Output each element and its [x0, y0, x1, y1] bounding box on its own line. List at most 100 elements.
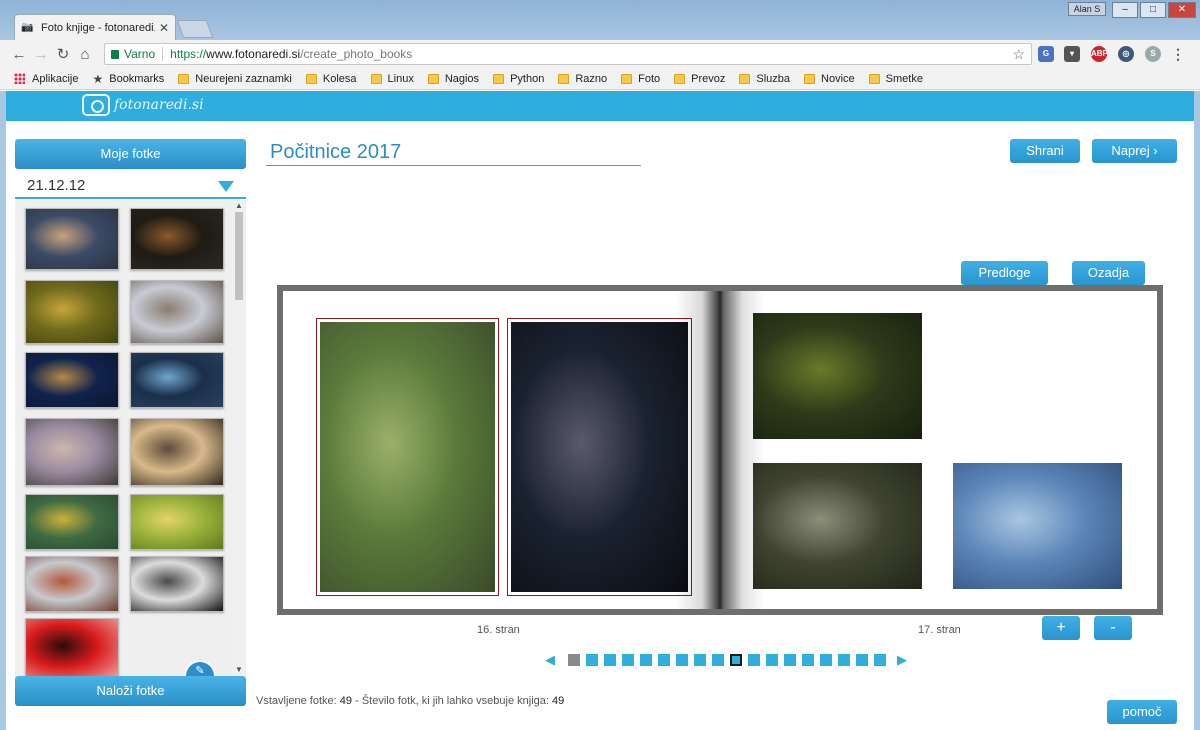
- photo-thumbnail[interactable]: [130, 494, 224, 550]
- bookmark-item[interactable]: Nagios: [427, 73, 479, 85]
- zoom-out-button[interactable]: -: [1094, 616, 1132, 640]
- date-folder-select[interactable]: 21.12.12: [15, 173, 246, 199]
- bookmark-item[interactable]: Python: [493, 73, 544, 85]
- page-dot[interactable]: [694, 654, 706, 666]
- photo-slot[interactable]: [316, 318, 499, 596]
- dropdown-caret-icon[interactable]: [218, 181, 234, 192]
- photo-thumbnail[interactable]: [25, 494, 119, 550]
- bookmark-item[interactable]: Smetke: [868, 73, 923, 85]
- photo-thumbnail[interactable]: [130, 280, 224, 344]
- address-bar[interactable]: Varno https:// www.fotonaredi.si /create…: [104, 43, 1032, 65]
- forward-icon[interactable]: →: [30, 46, 52, 63]
- next-button[interactable]: Naprej ›: [1092, 139, 1177, 163]
- page-dot[interactable]: [622, 654, 634, 666]
- photo-thumbnail[interactable]: [25, 618, 119, 676]
- photo-thumbnail[interactable]: [25, 556, 119, 612]
- next-button-label: Naprej: [1111, 143, 1150, 158]
- page-dot[interactable]: [838, 654, 850, 666]
- prev-page-icon[interactable]: ◀: [540, 652, 560, 668]
- zoom-in-button[interactable]: +: [1042, 616, 1080, 640]
- profile-badge[interactable]: Alan S: [1068, 2, 1106, 16]
- bookmark-item[interactable]: Neurejeni zaznamki: [178, 73, 292, 85]
- my-photos-button[interactable]: Moje fotke: [15, 139, 246, 169]
- photo-slot[interactable]: [507, 318, 692, 596]
- photo-thumbnail[interactable]: [25, 352, 119, 408]
- bookmark-item[interactable]: Kolesa: [305, 73, 357, 85]
- photo-thumbnail[interactable]: [25, 208, 119, 270]
- backgrounds-button[interactable]: Ozadja: [1072, 261, 1145, 285]
- page-dot[interactable]: [604, 654, 616, 666]
- bookmark-item[interactable]: Foto: [621, 73, 660, 85]
- url-host: www.fotonaredi.si: [206, 47, 301, 61]
- window-frame-right: [1194, 91, 1200, 730]
- page-dot[interactable]: [874, 654, 886, 666]
- translate-extension-icon[interactable]: G: [1038, 46, 1054, 62]
- menu-icon[interactable]: ⋮: [1170, 46, 1186, 62]
- folder-icon: [868, 73, 880, 84]
- page-dot[interactable]: [784, 654, 796, 666]
- bookmark-item[interactable]: ★ Bookmarks: [92, 72, 164, 86]
- save-button[interactable]: Shrani: [1010, 139, 1080, 163]
- page-dot[interactable]: [856, 654, 868, 666]
- photo-spider[interactable]: [953, 463, 1122, 589]
- templates-button[interactable]: Predloge: [961, 261, 1048, 285]
- photo-catfish[interactable]: [753, 463, 922, 589]
- photo-thumbnail[interactable]: [25, 418, 119, 486]
- page-dot-current[interactable]: [730, 654, 742, 666]
- bookmark-item[interactable]: Aplikacije: [14, 73, 78, 85]
- skype-extension-icon[interactable]: S: [1145, 46, 1161, 62]
- bookmark-item[interactable]: Razno: [558, 73, 607, 85]
- back-icon[interactable]: ←: [8, 46, 30, 63]
- secure-indicator[interactable]: Varno: [111, 47, 155, 61]
- pocket-extension-icon[interactable]: ▾: [1064, 46, 1080, 62]
- album-title-input[interactable]: Počitnice 2017: [266, 139, 641, 166]
- home-icon[interactable]: ⌂: [74, 46, 96, 63]
- page-dot[interactable]: [802, 654, 814, 666]
- capacity-label: Število fotk, ki jih lahko vsebuje knjig…: [361, 695, 549, 707]
- bookmark-star-icon[interactable]: ☆: [1012, 46, 1025, 63]
- thumbnail-scrollbar[interactable]: ▲ ▼: [232, 200, 246, 676]
- bookmark-item[interactable]: Linux: [370, 72, 414, 85]
- bookmark-item[interactable]: Prevoz: [674, 73, 725, 85]
- bookmark-label: Linux: [387, 72, 414, 85]
- page-dot[interactable]: [766, 654, 778, 666]
- window-frame-left: [0, 91, 6, 730]
- photo-thumbnail[interactable]: [130, 418, 224, 486]
- browser-tab[interactable]: 📷 Foto knjige - fotonaredi.s ✕: [14, 14, 176, 40]
- page-dot[interactable]: [820, 654, 832, 666]
- photo-frog[interactable]: [753, 313, 922, 439]
- minimize-button[interactable]: –: [1112, 2, 1138, 18]
- folder-icon: [305, 73, 317, 84]
- photo-thumbnail[interactable]: [130, 556, 224, 612]
- upload-photos-button[interactable]: Naloži fotke: [15, 676, 246, 706]
- lock-icon: [111, 49, 119, 59]
- reload-icon[interactable]: ↻: [52, 45, 74, 63]
- new-tab-button[interactable]: [176, 20, 214, 38]
- scrollbar-thumb[interactable]: [235, 212, 243, 300]
- chevron-right-icon: ›: [1153, 143, 1158, 158]
- bookmark-label: Sluzba: [756, 72, 791, 85]
- logo-text: fotonaredi.si: [114, 97, 204, 113]
- page-dot[interactable]: [748, 654, 760, 666]
- ghostery-extension-icon[interactable]: ◎: [1118, 46, 1134, 62]
- page-dot[interactable]: [640, 654, 652, 666]
- help-button[interactable]: pomoč: [1107, 700, 1177, 724]
- page-dot[interactable]: [712, 654, 724, 666]
- scroll-down-icon[interactable]: ▼: [232, 664, 246, 676]
- scroll-up-icon[interactable]: ▲: [232, 200, 246, 212]
- next-page-icon[interactable]: ▶: [892, 652, 912, 668]
- close-window-button[interactable]: ✕: [1168, 2, 1196, 18]
- page-dot[interactable]: [676, 654, 688, 666]
- page-dot[interactable]: [658, 654, 670, 666]
- adblock-extension-icon[interactable]: ABP: [1091, 46, 1108, 62]
- page-dot[interactable]: [586, 654, 598, 666]
- site-logo[interactable]: fotonaredi.si: [82, 94, 204, 116]
- bookmark-item[interactable]: Novice: [804, 73, 855, 85]
- tab-close-icon[interactable]: ✕: [159, 21, 169, 35]
- maximize-button[interactable]: □: [1140, 2, 1166, 18]
- photo-thumbnail[interactable]: [130, 208, 224, 270]
- bookmark-item[interactable]: Sluzba: [739, 73, 790, 85]
- page-dot[interactable]: [568, 654, 580, 666]
- photo-thumbnail[interactable]: [130, 352, 224, 408]
- photo-thumbnail[interactable]: [25, 280, 119, 344]
